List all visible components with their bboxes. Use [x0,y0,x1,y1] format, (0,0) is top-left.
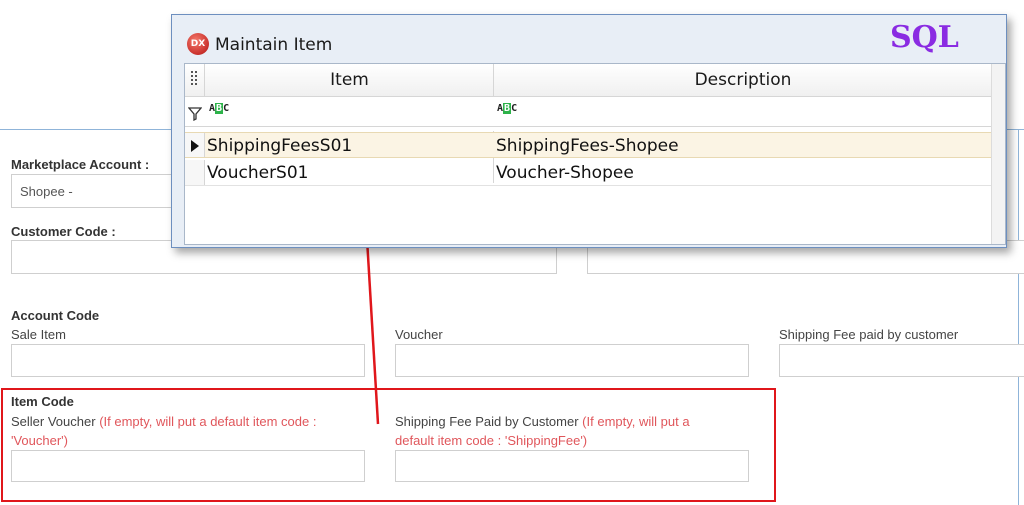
seller-voucher-item-field[interactable] [11,450,365,482]
shipping-fee-account-field[interactable] [779,344,1024,377]
voucher-label: Voucher [395,327,443,342]
app-logo-icon: DX [187,33,209,55]
sale-item-label: Sale Item [11,327,66,342]
marketplace-value: Shopee - [20,184,73,199]
row-indicator[interactable] [185,133,205,157]
row-indicator[interactable] [185,160,205,185]
description-filter-abc-icon[interactable]: ABC [497,103,517,114]
item-cell[interactable]: VoucherS01 [206,160,492,185]
sql-badge: SQL [890,20,959,55]
current-row-arrow-icon [191,140,199,152]
account-code-heading: Account Code [11,308,100,323]
vertical-scrollbar[interactable] [991,64,1005,244]
item-code-heading: Item Code [11,394,74,409]
customer-code-label: Customer Code : [11,224,116,239]
table-row[interactable]: VoucherS01 Voucher-Shopee [185,160,1005,186]
grid-header-row: Item Description [185,64,1005,97]
filter-funnel-icon [188,107,202,121]
voucher-account-field[interactable] [395,344,749,377]
description-cell[interactable]: ShippingFees-Shopee [495,133,990,157]
marketplace-label: Marketplace Account : [11,157,150,172]
item-filter-abc-icon[interactable]: ABC [209,103,229,114]
description-cell[interactable]: Voucher-Shopee [495,160,990,185]
column-chooser-button[interactable] [185,64,205,97]
item-grid: Item Description ABC ABC ShippingFeesS01… [184,63,1006,245]
seller-voucher-label-group: Seller Voucher (If empty, will put a def… [11,412,356,450]
shipping-fee-item-field[interactable] [395,450,749,482]
dialog-title: Maintain Item [215,35,333,55]
column-header-description[interactable]: Description [494,64,992,97]
maintain-item-dialog: DX Maintain Item SQL Item Description AB… [171,14,1007,248]
form-frame-right [1018,129,1019,505]
shipping-fee-item-label: Shipping Fee Paid by Customer [395,414,579,429]
marketplace-select[interactable]: Shopee - [11,174,181,208]
grip-icon [191,71,197,85]
item-cell[interactable]: ShippingFeesS01 [206,133,492,157]
dialog-titlebar[interactable]: DX Maintain Item SQL [172,15,1006,63]
shipping-fee-item-label-group: Shipping Fee Paid by Customer (If empty,… [395,412,730,450]
grid-spacer [185,127,1005,131]
shipping-fee-account-label: Shipping Fee paid by customer [779,327,959,342]
table-row[interactable]: ShippingFeesS01 ShippingFees-Shopee [185,132,1005,158]
seller-voucher-label: Seller Voucher [11,414,96,429]
column-header-item[interactable]: Item [206,64,493,97]
sale-item-account-field[interactable] [11,344,365,377]
grid-filter-row: ABC ABC [185,97,1005,127]
